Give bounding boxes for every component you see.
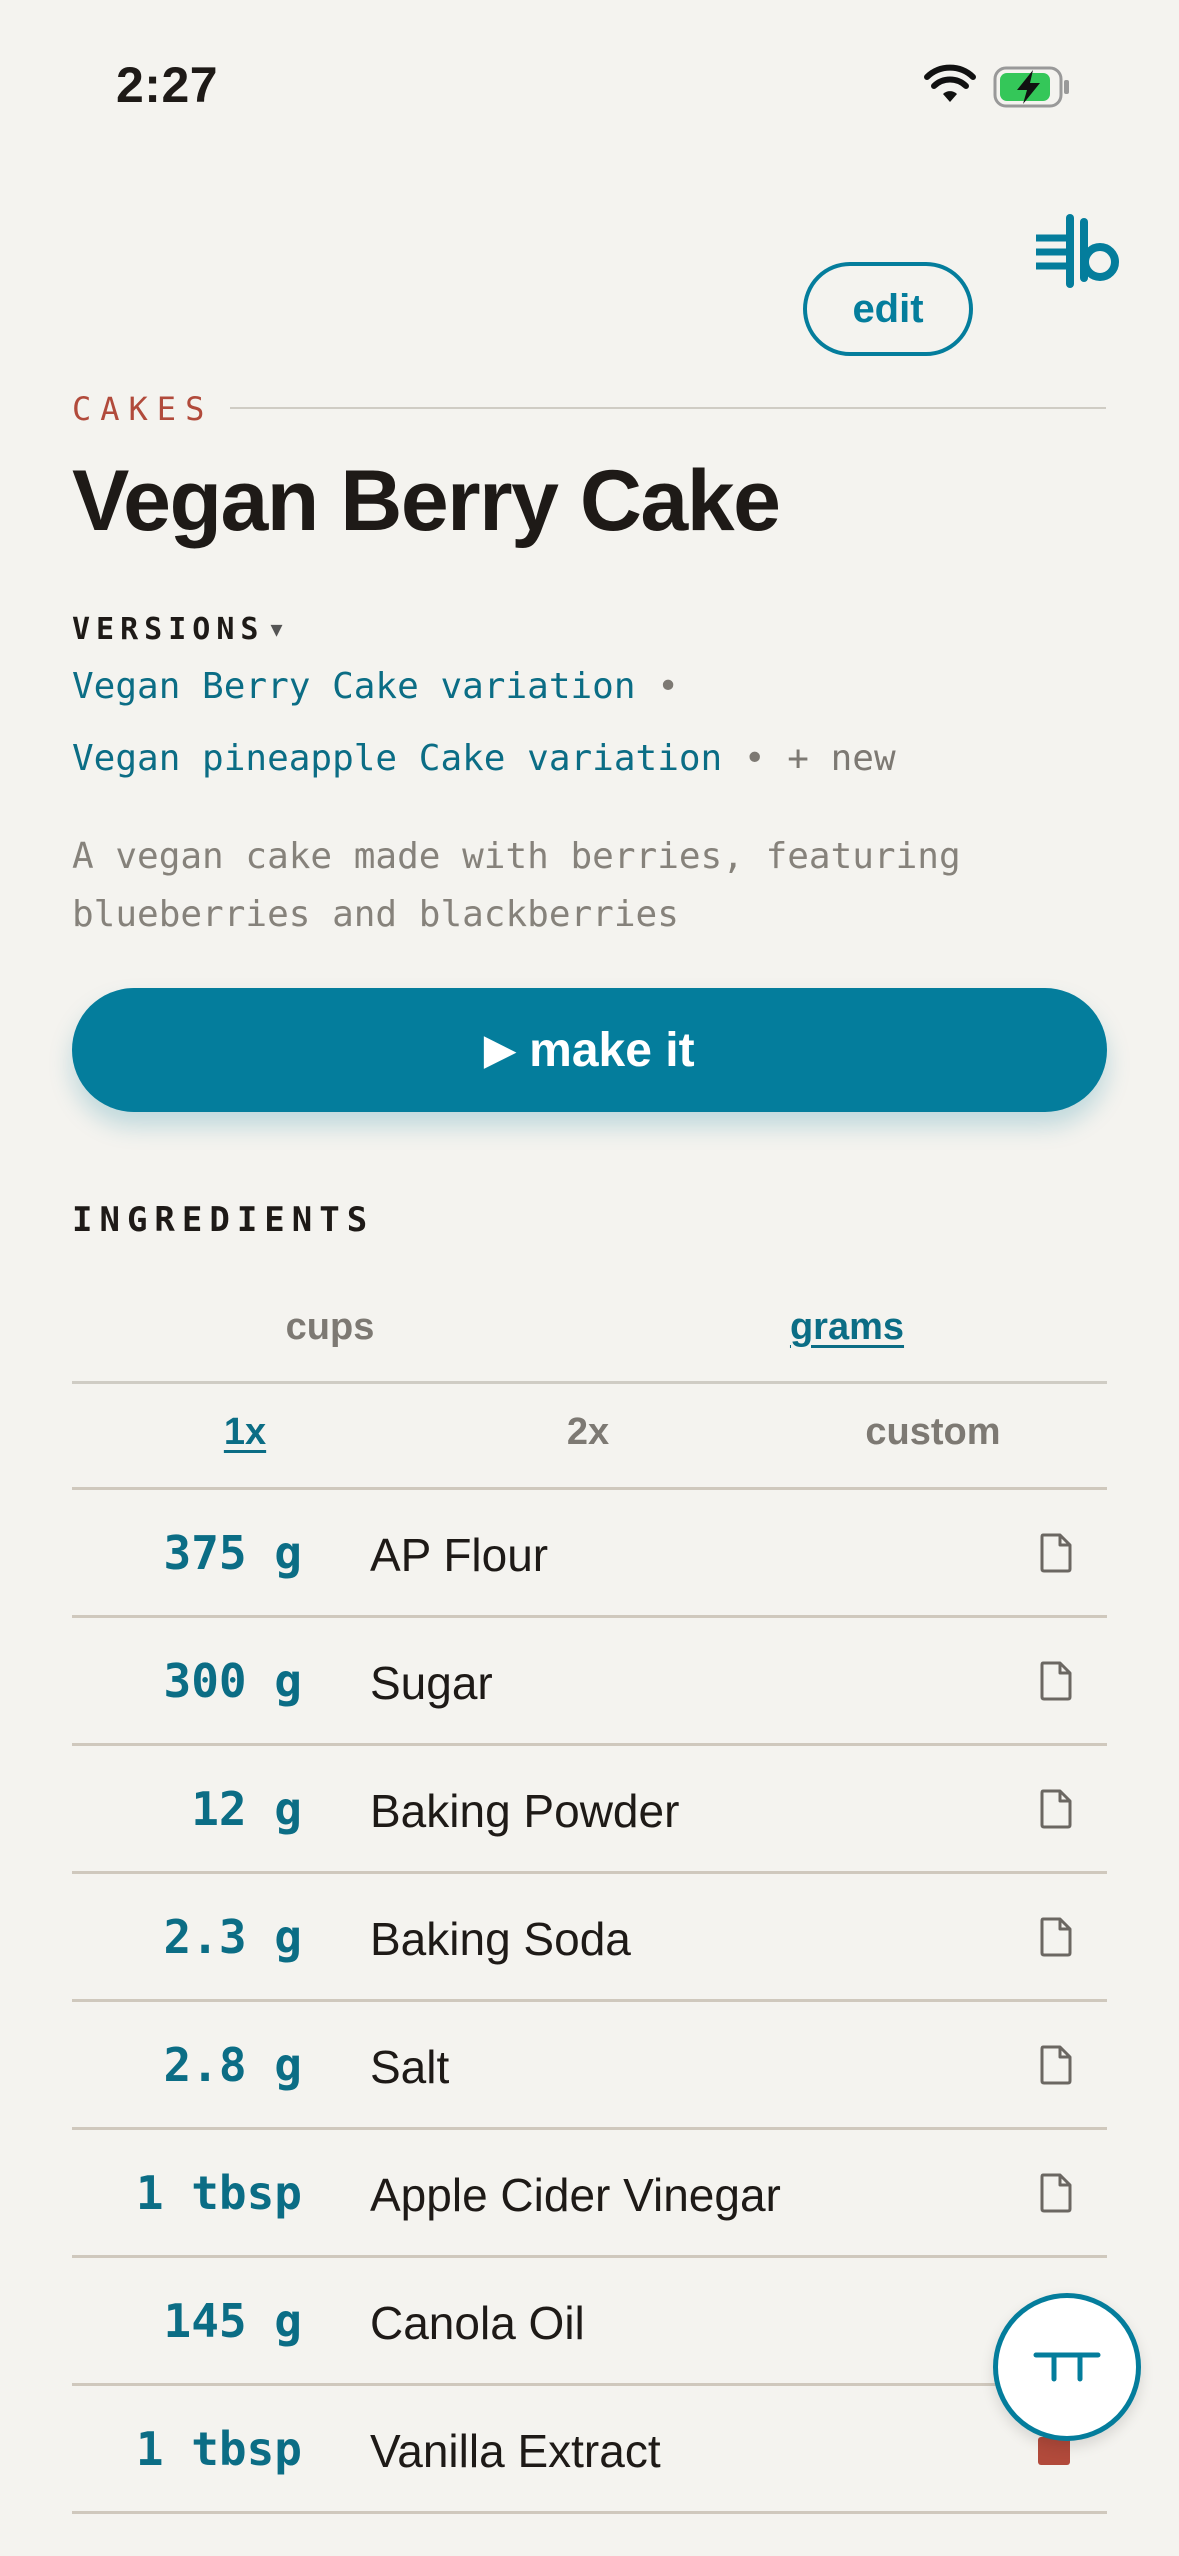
document-icon[interactable] bbox=[1038, 1532, 1074, 1579]
wifi-icon bbox=[924, 64, 976, 109]
make-it-button[interactable]: ▶ make it bbox=[72, 988, 1107, 1112]
ingredient-row: 1 tbsp Apple Cider Vinegar bbox=[72, 2130, 1107, 2258]
multiplier-custom-button[interactable]: custom bbox=[833, 1411, 1033, 1454]
ingredient-name: Vanilla Extract bbox=[370, 2425, 661, 2477]
ingredient-qty: 12 g bbox=[191, 1782, 302, 1836]
ingredient-name: Salt bbox=[370, 2041, 450, 2093]
ingredient-qty: 300 g bbox=[163, 1654, 302, 1708]
document-icon[interactable] bbox=[1038, 1916, 1074, 1963]
document-icon[interactable] bbox=[1038, 1660, 1074, 1707]
ingredient-name: Sugar bbox=[370, 1657, 493, 1709]
version-row-2: Vegan pineapple Cake variation • + new bbox=[72, 738, 896, 779]
ingredients-heading: INGREDIENTS bbox=[72, 1200, 375, 1240]
ingredient-name: Baking Powder bbox=[370, 1785, 680, 1837]
separator-dot: • bbox=[657, 666, 679, 707]
ingredient-qty: 375 g bbox=[163, 1526, 302, 1580]
new-version-link[interactable]: + new bbox=[787, 738, 895, 779]
ingredient-name: Baking Soda bbox=[370, 1913, 631, 1965]
version-link[interactable]: Vegan pineapple Cake variation bbox=[72, 738, 722, 779]
ingredient-qty: 2.8 g bbox=[163, 2038, 302, 2092]
ingredient-name: Canola Oil bbox=[370, 2297, 585, 2349]
app-logo[interactable] bbox=[1032, 214, 1120, 295]
make-it-label: make it bbox=[529, 1023, 695, 1077]
ingredient-row: 12 g Baking Powder bbox=[72, 1746, 1107, 1874]
divider bbox=[72, 1381, 1107, 1384]
version-row-1: Vegan Berry Cake variation • bbox=[72, 666, 679, 707]
ingredient-name: AP Flour bbox=[370, 1529, 549, 1581]
ingredient-qty: 2.3 g bbox=[163, 1910, 302, 1964]
ingredient-row: 375 g AP Flour bbox=[72, 1490, 1107, 1618]
edit-button[interactable]: edit bbox=[803, 262, 973, 356]
note-marker-icon[interactable] bbox=[1038, 2437, 1070, 2465]
document-icon[interactable] bbox=[1038, 2172, 1074, 2219]
battery-charging-icon bbox=[993, 66, 1071, 113]
ingredient-row: 2.3 g Baking Soda bbox=[72, 1874, 1107, 2002]
ingredient-qty: 145 g bbox=[163, 2294, 302, 2348]
chevron-down-icon: ▼ bbox=[270, 617, 283, 641]
ingredient-row: 300 g Sugar bbox=[72, 1618, 1107, 1746]
unit-cups-button[interactable]: cups bbox=[230, 1306, 430, 1349]
recipe-category[interactable]: CAKES bbox=[72, 390, 213, 428]
version-link[interactable]: Vegan Berry Cake variation bbox=[72, 666, 636, 707]
timer-icon bbox=[1033, 2352, 1101, 2382]
ingredient-name: Apple Cider Vinegar bbox=[370, 2169, 781, 2221]
separator-dot: • bbox=[743, 738, 766, 779]
multiplier-1x-button[interactable]: 1x bbox=[195, 1411, 295, 1454]
timer-fab-button[interactable] bbox=[993, 2293, 1141, 2441]
document-icon[interactable] bbox=[1038, 2044, 1074, 2091]
category-divider bbox=[230, 407, 1106, 409]
ingredient-row: 145 g Canola Oil bbox=[72, 2258, 1107, 2386]
ingredient-qty: 1 tbsp bbox=[135, 2422, 302, 2476]
play-icon: ▶ bbox=[484, 1028, 516, 1072]
ingredient-row: 2.8 g Salt bbox=[72, 2002, 1107, 2130]
recipe-description: A vegan cake made with berries, featurin… bbox=[72, 836, 961, 935]
status-time: 2:27 bbox=[116, 57, 219, 113]
ingredient-row: 1 tbsp Vanilla Extract bbox=[72, 2386, 1107, 2514]
recipe-title: Vegan Berry Cake bbox=[72, 453, 781, 549]
multiplier-2x-button[interactable]: 2x bbox=[538, 1411, 638, 1454]
versions-label: VERSIONS bbox=[72, 612, 265, 647]
unit-grams-button[interactable]: grams bbox=[747, 1306, 947, 1349]
ingredient-qty: 1 tbsp bbox=[135, 2166, 302, 2220]
versions-toggle[interactable]: VERSIONS ▼ bbox=[72, 612, 283, 647]
document-icon[interactable] bbox=[1038, 1788, 1074, 1835]
